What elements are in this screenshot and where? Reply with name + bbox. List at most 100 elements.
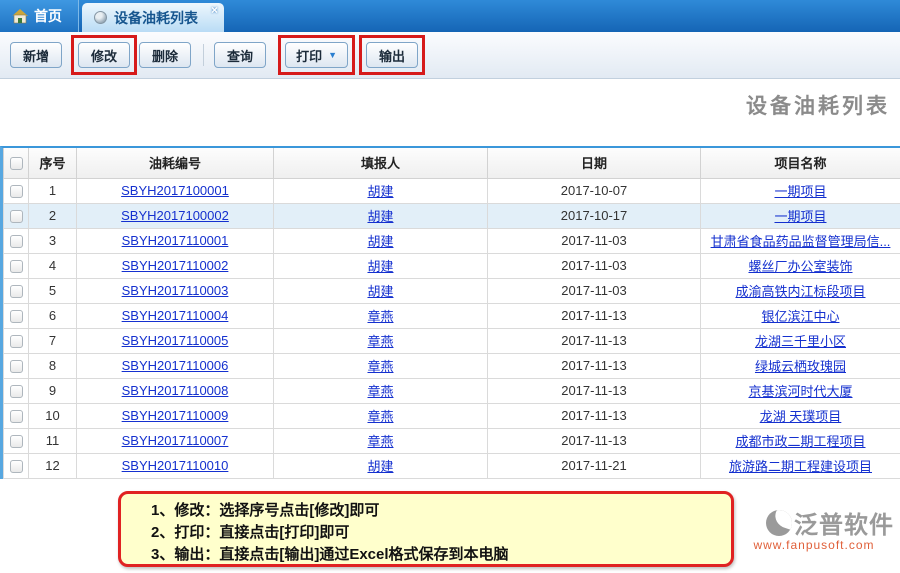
project-link[interactable]: 成渝高铁内江标段项目 — [735, 284, 865, 299]
row-checkbox-cell — [4, 278, 29, 303]
project-link[interactable]: 一期项目 — [774, 209, 826, 224]
row-checkbox-cell — [4, 353, 29, 378]
note-line-print: 2、打印：直接点击[打印]即可 — [151, 522, 731, 544]
query-button[interactable]: 查询 — [214, 42, 266, 68]
modify-highlight-box: 修改 — [71, 35, 137, 75]
project-link[interactable]: 龙湖三千里小区 — [755, 334, 846, 349]
fuel-code-link[interactable]: SBYH2017110004 — [122, 308, 229, 323]
table-header: 序号 油耗编号 填报人 日期 项目名称 — [4, 148, 900, 178]
print-button[interactable]: 打印 ▼ — [285, 42, 348, 68]
reporter-link[interactable]: 胡建 — [367, 259, 393, 274]
fuel-code-link[interactable]: SBYH2017110003 — [122, 283, 229, 298]
project-link[interactable]: 成都市政二期工程项目 — [735, 434, 865, 449]
row-date: 2017-11-03 — [488, 253, 701, 278]
row-reporter-cell: 章燕 — [274, 328, 488, 353]
fuel-code-link[interactable]: SBYH2017110010 — [122, 458, 229, 473]
close-icon[interactable]: × — [211, 4, 218, 16]
col-header-code: 油耗编号 — [77, 148, 274, 178]
reporter-link[interactable]: 胡建 — [367, 234, 393, 249]
row-checkbox[interactable] — [10, 410, 23, 423]
brand-name: 泛普软件 — [794, 505, 894, 540]
sphere-icon — [94, 11, 107, 24]
reporter-link[interactable]: 章燕 — [367, 359, 393, 374]
table-row: 3 SBYH2017110001 胡建 2017-11-03 甘肃省食品药品监督… — [4, 228, 900, 253]
row-code-cell: SBYH2017110001 — [77, 228, 274, 253]
fuel-code-link[interactable]: SBYH2017110008 — [122, 383, 229, 398]
row-date: 2017-11-13 — [488, 378, 701, 403]
fuel-code-link[interactable]: SBYH2017100001 — [121, 183, 229, 198]
reporter-link[interactable]: 章燕 — [367, 309, 393, 324]
print-button-label: 打印 — [296, 46, 322, 65]
row-checkbox[interactable] — [10, 310, 23, 323]
fuel-code-link[interactable]: SBYH2017110006 — [122, 358, 229, 373]
row-checkbox[interactable] — [10, 460, 23, 473]
row-reporter-cell: 章燕 — [274, 303, 488, 328]
row-checkbox-cell — [4, 453, 29, 478]
row-reporter-cell: 章燕 — [274, 353, 488, 378]
reporter-link[interactable]: 胡建 — [367, 209, 393, 224]
row-project-cell: 甘肃省食品药品监督管理局信... — [701, 228, 900, 253]
row-seq: 8 — [29, 353, 77, 378]
fuel-code-link[interactable]: SBYH2017110007 — [122, 433, 229, 448]
tab-fuel-list[interactable]: 设备油耗列表 × — [82, 3, 224, 32]
project-link[interactable]: 旅游路二期工程建设项目 — [729, 459, 872, 474]
col-header-seq: 序号 — [29, 148, 77, 178]
fuel-code-link[interactable]: SBYH2017110001 — [122, 233, 229, 248]
row-seq: 4 — [29, 253, 77, 278]
table-row: 2 SBYH2017100002 胡建 2017-10-17 一期项目 — [4, 203, 900, 228]
row-code-cell: SBYH2017110009 — [77, 403, 274, 428]
fuel-code-link[interactable]: SBYH2017100002 — [121, 208, 229, 223]
add-button[interactable]: 新增 — [10, 42, 62, 68]
reporter-link[interactable]: 胡建 — [367, 284, 393, 299]
fuel-code-link[interactable]: SBYH2017110005 — [122, 333, 229, 348]
row-checkbox[interactable] — [10, 210, 23, 223]
modify-button[interactable]: 修改 — [78, 42, 130, 68]
reporter-link[interactable]: 章燕 — [367, 434, 393, 449]
table-row: 4 SBYH2017110002 胡建 2017-11-03 螺丝厂办公室装饰 — [4, 253, 900, 278]
row-project-cell: 一期项目 — [701, 178, 900, 203]
row-checkbox[interactable] — [10, 185, 23, 198]
row-checkbox[interactable] — [10, 335, 23, 348]
export-button[interactable]: 输出 — [366, 42, 418, 68]
row-checkbox[interactable] — [10, 435, 23, 448]
project-link[interactable]: 绿城云栖玫瑰园 — [755, 359, 846, 374]
reporter-link[interactable]: 章燕 — [367, 334, 393, 349]
reporter-link[interactable]: 章燕 — [367, 409, 393, 424]
instruction-callout: 1、修改：选择序号点击[修改]即可 2、打印：直接点击[打印]即可 3、输出：直… — [118, 491, 734, 567]
row-checkbox[interactable] — [10, 260, 23, 273]
reporter-link[interactable]: 胡建 — [367, 459, 393, 474]
row-checkbox[interactable] — [10, 235, 23, 248]
row-code-cell: SBYH2017110005 — [77, 328, 274, 353]
row-seq: 7 — [29, 328, 77, 353]
project-link[interactable]: 银亿滨江中心 — [761, 309, 839, 324]
reporter-link[interactable]: 章燕 — [367, 384, 393, 399]
tab-home[interactable]: 首页 — [0, 0, 79, 32]
row-checkbox-cell — [4, 303, 29, 328]
row-code-cell: SBYH2017100001 — [77, 178, 274, 203]
row-seq: 11 — [29, 428, 77, 453]
note-line-export: 3、输出：直接点击[输出]通过Excel格式保存到本电脑 — [151, 544, 731, 566]
col-header-date: 日期 — [488, 148, 701, 178]
project-link[interactable]: 龙湖 天璞项目 — [760, 409, 842, 424]
select-all-checkbox[interactable] — [10, 157, 23, 170]
row-reporter-cell: 章燕 — [274, 403, 488, 428]
chevron-down-icon: ▼ — [328, 51, 337, 60]
delete-button[interactable]: 删除 — [139, 42, 191, 68]
row-checkbox-cell — [4, 378, 29, 403]
row-checkbox[interactable] — [10, 385, 23, 398]
row-checkbox-cell — [4, 328, 29, 353]
project-link[interactable]: 京基滨河时代大厦 — [748, 384, 852, 399]
project-link[interactable]: 一期项目 — [774, 184, 826, 199]
project-link[interactable]: 螺丝厂办公室装饰 — [748, 259, 852, 274]
fuel-code-link[interactable]: SBYH2017110009 — [122, 408, 229, 423]
row-checkbox[interactable] — [10, 285, 23, 298]
fuel-code-link[interactable]: SBYH2017110002 — [122, 258, 229, 273]
row-seq: 2 — [29, 203, 77, 228]
reporter-link[interactable]: 胡建 — [367, 184, 393, 199]
row-code-cell: SBYH2017110006 — [77, 353, 274, 378]
row-date: 2017-11-21 — [488, 453, 701, 478]
row-date: 2017-11-13 — [488, 428, 701, 453]
row-checkbox[interactable] — [10, 360, 23, 373]
tab-fuel-list-label: 设备油耗列表 — [114, 8, 198, 28]
project-link[interactable]: 甘肃省食品药品监督管理局信... — [711, 234, 891, 249]
